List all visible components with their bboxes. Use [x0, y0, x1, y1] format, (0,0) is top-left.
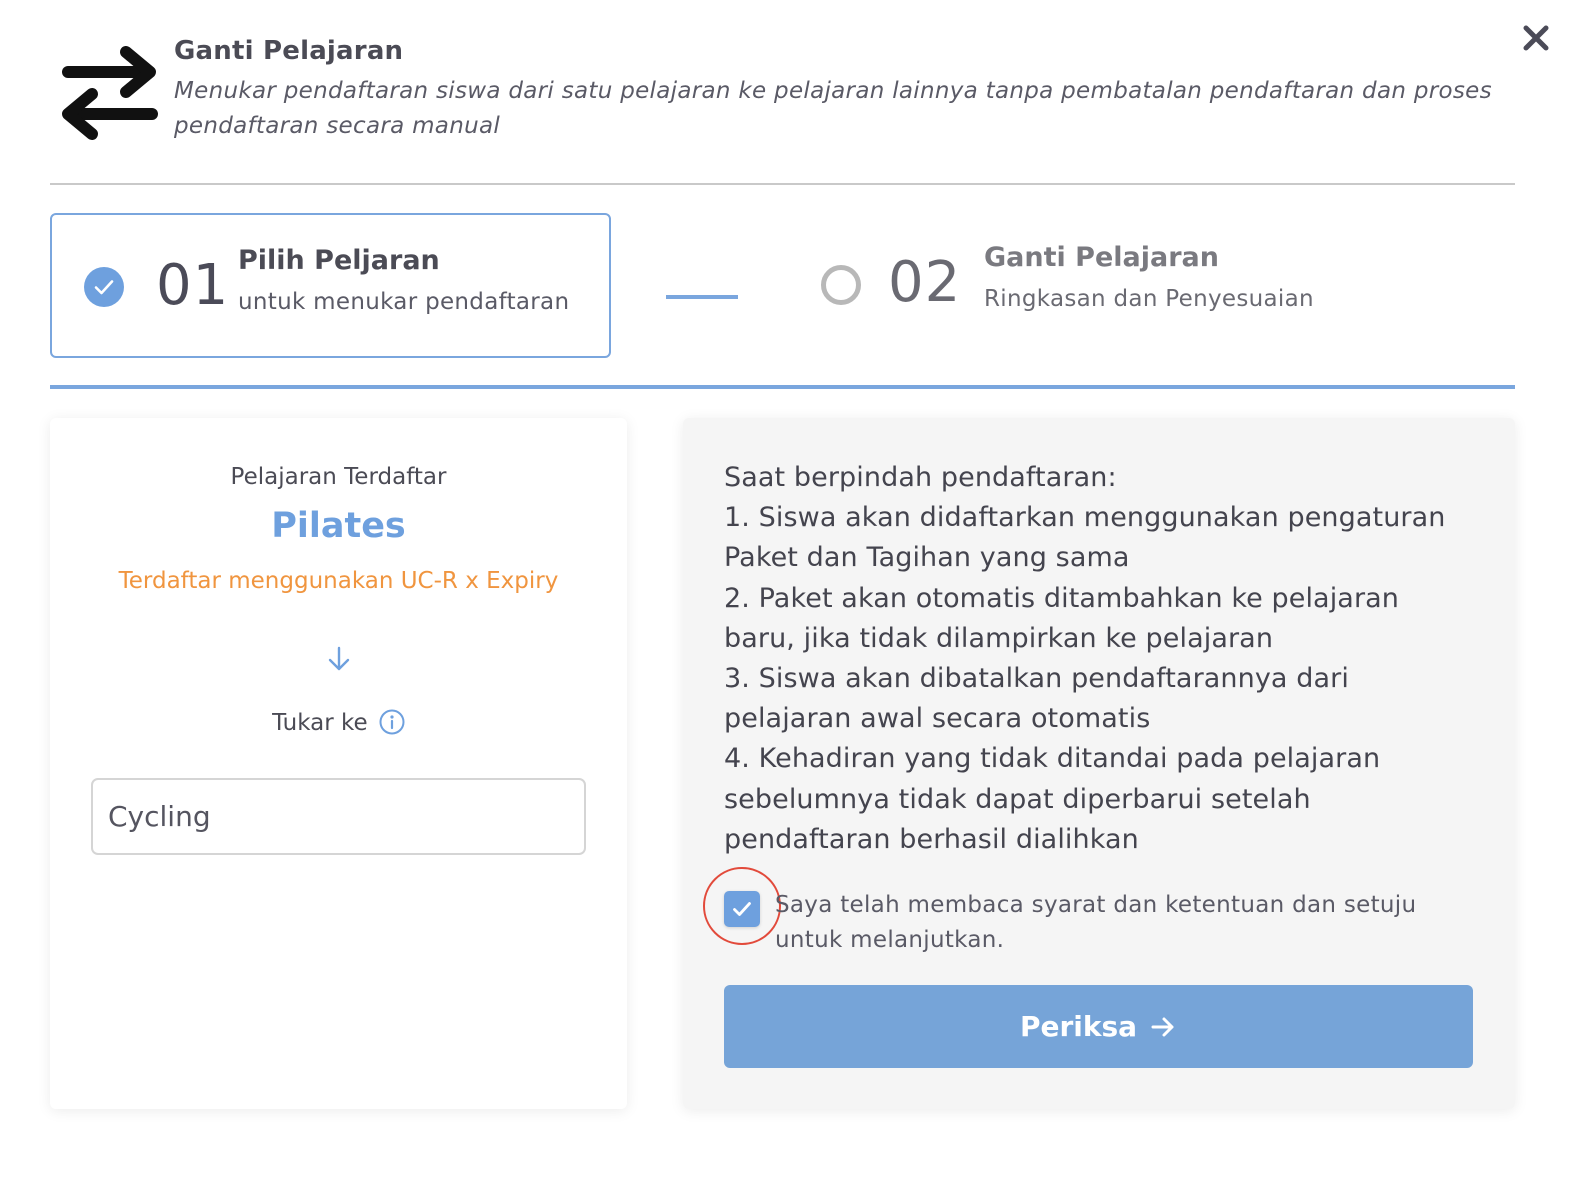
dialog-description: Menukar pendaftaran siswa dari satu pela…: [174, 78, 1492, 139]
terms-line: 1. Siswa akan didaftarkan menggunakan pe…: [724, 502, 1446, 534]
check-button-label: Periksa: [1019, 1010, 1138, 1043]
terms-line: Paket dan Tagihan yang sama: [724, 542, 1130, 574]
arrow-down-icon: [324, 644, 354, 674]
pending-circle-icon: [821, 265, 861, 305]
step-number: 01: [156, 253, 230, 318]
enrolled-course-card: Pelajaran Terdaftar Pilates Terdaftar me…: [50, 418, 627, 1109]
terms-line: pelajaran awal secara otomatis: [724, 703, 1151, 735]
check-circle-icon: [83, 266, 125, 308]
arrow-right-icon: [1151, 1017, 1174, 1036]
enrolled-package: Terdaftar menggunakan UC-R x Expiry: [118, 568, 559, 594]
terms-line: 3. Siswa akan dibatalkan pendaftarannya …: [724, 663, 1349, 695]
agree-checkbox[interactable]: [724, 891, 760, 927]
step-2[interactable]: 02 Ganti Pelajaran Ringkasan dan Penyesu…: [818, 238, 1458, 338]
step-number: 02: [888, 250, 962, 315]
terms-line: pendaftaran berhasil dialihkan: [724, 823, 1139, 855]
terms-line: 2. Paket akan otomatis ditambahkan ke pe…: [724, 582, 1400, 614]
step-subtitle: untuk menukar pendaftaran: [238, 289, 570, 315]
dialog-title: Ganti Pelajaran: [174, 36, 404, 66]
step-title: Ganti Pelajaran: [984, 242, 1219, 273]
check-button[interactable]: Periksa: [724, 985, 1473, 1068]
steps-divider: [50, 385, 1515, 389]
terms-line: baru, jika tidak dilampirkan ke pelajara…: [724, 622, 1274, 654]
switch-course-dialog: Ganti Pelajaran Menukar pendaftaran sisw…: [0, 0, 1584, 1186]
agree-label[interactable]: Saya telah membaca syarat dan ketentuan …: [775, 888, 1465, 958]
swap-to-label: Tukar ke: [50, 709, 627, 736]
terms-line: sebelumnya tidak dapat diperbarui setela…: [724, 783, 1311, 815]
header-divider: [50, 183, 1515, 185]
step-subtitle: Ringkasan dan Penyesuaian: [984, 286, 1314, 312]
checkmark-icon: [733, 902, 751, 916]
step-title: Pilih Peljaran: [238, 245, 440, 276]
close-icon[interactable]: [1520, 22, 1552, 54]
enrolled-course-name: Pilates: [271, 506, 406, 546]
terms-text: Saat berpindah pendaftaran: 1. Siswa aka…: [724, 458, 1494, 860]
swap-course-input[interactable]: [91, 778, 586, 855]
swap-arrows-icon: [56, 42, 166, 150]
step-connector: [666, 295, 738, 299]
swap-to-text: Tukar ke: [272, 710, 368, 736]
terms-card: Saat berpindah pendaftaran: 1. Siswa aka…: [683, 418, 1515, 1109]
info-icon[interactable]: [379, 709, 405, 735]
step-1[interactable]: 01 Pilih Peljaran untuk menukar pendafta…: [50, 213, 611, 358]
terms-line: Saat berpindah pendaftaran:: [724, 462, 1117, 493]
terms-line: 4. Kehadiran yang tidak ditandai pada pe…: [724, 743, 1381, 775]
enrolled-course-label: Pelajaran Terdaftar: [230, 464, 447, 490]
